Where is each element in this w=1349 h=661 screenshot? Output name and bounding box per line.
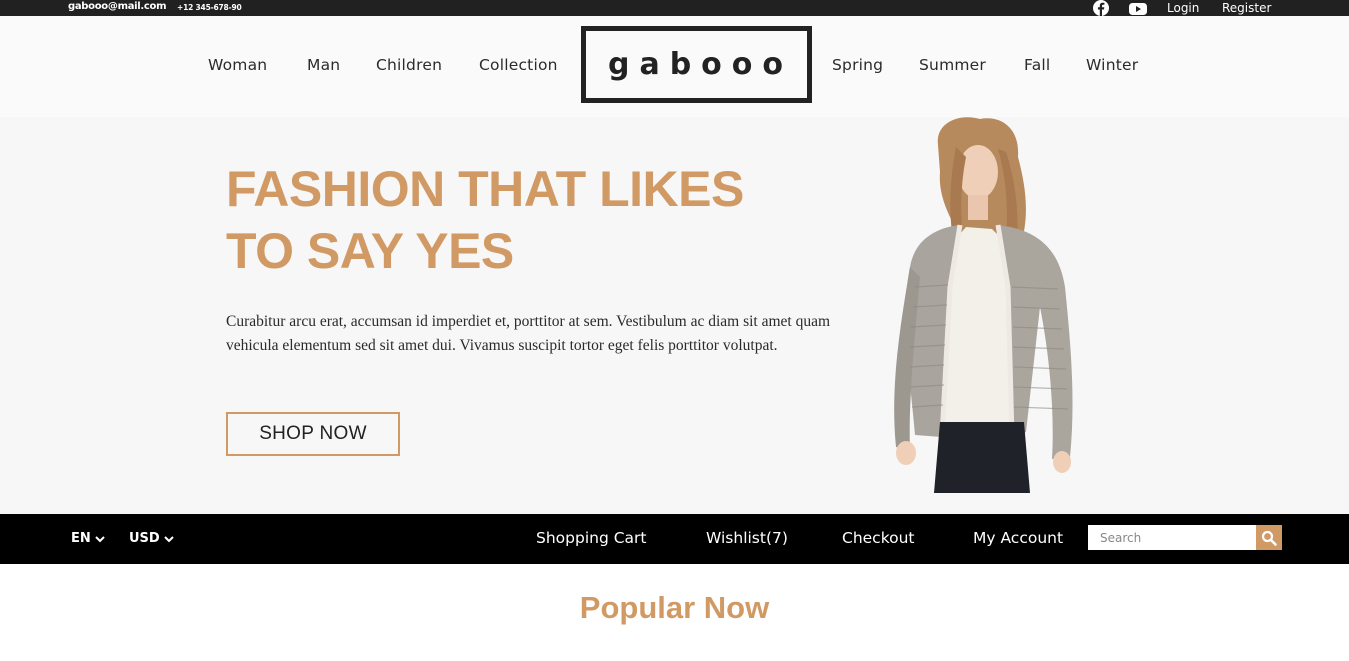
- hero-title-line1: FASHION THAT LIKES: [226, 161, 744, 217]
- register-link[interactable]: Register: [1222, 1, 1271, 15]
- shop-now-button[interactable]: SHOP NOW: [226, 412, 400, 456]
- hero-banner: FASHION THAT LIKES TO SAY YES Curabitur …: [0, 117, 1349, 514]
- hero-title-line2: TO SAY YES: [226, 223, 514, 279]
- search-button[interactable]: [1256, 525, 1282, 550]
- facebook-icon[interactable]: [1093, 0, 1109, 17]
- nav-collection[interactable]: Collection: [479, 56, 558, 74]
- logo-text: gabooo: [607, 47, 794, 82]
- wishlist-link[interactable]: Wishlist(7): [706, 529, 788, 547]
- checkout-link[interactable]: Checkout: [842, 529, 915, 547]
- contact-phone: +12 345-678-90: [177, 3, 242, 12]
- language-value: EN: [71, 531, 91, 546]
- contact-email: gabooo@mail.com: [68, 1, 167, 12]
- currency-value: USD: [129, 531, 160, 546]
- login-link[interactable]: Login: [1167, 1, 1199, 15]
- hero-title: FASHION THAT LIKES TO SAY YES: [226, 158, 826, 282]
- nav-winter[interactable]: Winter: [1086, 56, 1138, 74]
- section-heading: Popular Now: [579, 590, 770, 625]
- language-select[interactable]: EN: [71, 531, 105, 546]
- nav-woman[interactable]: Woman: [208, 56, 267, 74]
- currency-select[interactable]: USD: [129, 531, 174, 546]
- chevron-down-icon: [95, 535, 105, 542]
- search-input[interactable]: [1088, 525, 1256, 550]
- shopping-cart-link[interactable]: Shopping Cart: [536, 529, 647, 547]
- hero-description: Curabitur arcu erat, accumsan id imperdi…: [226, 313, 831, 354]
- search-icon: [1261, 530, 1277, 546]
- nav-summer[interactable]: Summer: [919, 56, 986, 74]
- main-header: Woman Man Children Collection gabooo Spr…: [0, 16, 1349, 117]
- top-bar: gabooo@mail.com +12 345-678-90 Login Reg…: [0, 0, 1349, 17]
- nav-fall[interactable]: Fall: [1024, 56, 1050, 74]
- nav-man[interactable]: Man: [307, 56, 340, 74]
- model-image: [894, 117, 1073, 493]
- my-account-link[interactable]: My Account: [973, 529, 1063, 547]
- chevron-down-icon: [164, 535, 174, 542]
- youtube-icon[interactable]: [1129, 1, 1147, 15]
- nav-spring[interactable]: Spring: [832, 56, 883, 74]
- utility-bar: EN USD Shopping Cart Wishlist(7) Checkou…: [0, 514, 1349, 564]
- nav-children[interactable]: Children: [376, 56, 442, 74]
- site-logo[interactable]: gabooo: [581, 26, 812, 103]
